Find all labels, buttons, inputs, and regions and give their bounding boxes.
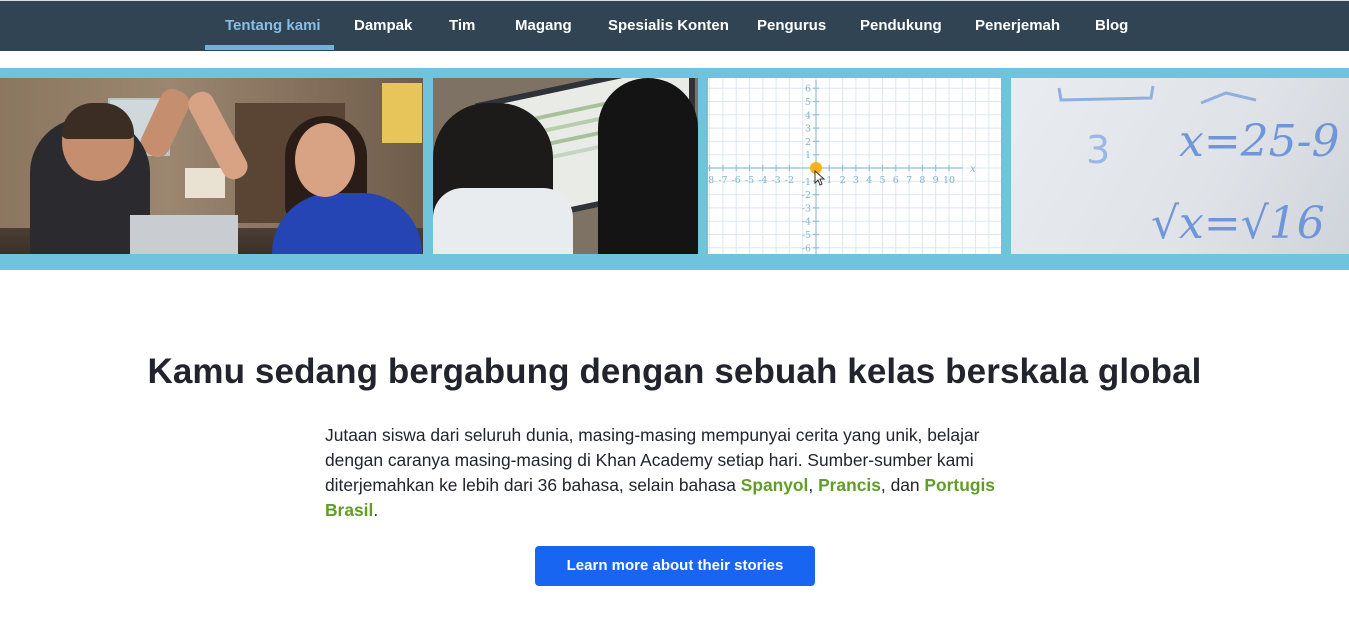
whiteboard-equation-1: x=25-9 [1179, 116, 1340, 167]
link-prancis[interactable]: Prancis [818, 475, 881, 495]
x-tick-label: -6 [732, 175, 741, 186]
x-tick-label: -7 [718, 175, 727, 186]
x-tick-label: 10 [943, 175, 955, 186]
y-tick-label: -5 [802, 230, 811, 241]
y-tick-label: -4 [802, 217, 811, 228]
x-tick-label: 3 [853, 175, 859, 186]
y-tick-label: -1 [802, 177, 811, 188]
nav-item-penerjemah[interactable]: Penerjemah [975, 0, 1060, 51]
active-tab-indicator [205, 45, 334, 50]
learn-more-button[interactable]: Learn more about their stories [535, 546, 815, 586]
y-tick-label: -2 [802, 190, 811, 201]
coordinate-graph-image: -8-7-6-5-4-3-212345678910 654321-1-2-3-4… [708, 78, 1001, 254]
whiteboard-svg: 3 x=25-9 √x=√16 [1057, 85, 1340, 249]
separator-2: , dan [880, 475, 925, 495]
paragraph-end: . [373, 500, 379, 520]
nav-item-tim[interactable]: Tim [449, 0, 475, 51]
nav-item-pendukung[interactable]: Pendukung [860, 0, 942, 51]
students-laptop-image [433, 78, 698, 254]
hero-banner: -8-7-6-5-4-3-212345678910 654321-1-2-3-4… [0, 68, 1349, 270]
nav-item-spesialis-konten[interactable]: Spesialis Konten [608, 0, 729, 51]
x-tick-label: 1 [826, 175, 832, 186]
nav-item-dampak[interactable]: Dampak [354, 0, 412, 51]
y-tick-label: 4 [805, 110, 811, 121]
whiteboard-number: 3 [1086, 128, 1110, 172]
y-tick-label: 3 [805, 124, 811, 135]
x-tick-label: 2 [840, 175, 846, 186]
coordinate-grid: -8-7-6-5-4-3-212345678910 654321-1-2-3-4… [708, 78, 1001, 254]
nav-item-blog[interactable]: Blog [1095, 0, 1128, 51]
nav-item-magang[interactable]: Magang [515, 0, 572, 51]
x-tick-label: 7 [906, 175, 912, 186]
x-axis-label: x [970, 164, 976, 175]
y-tick-label: 6 [805, 84, 811, 95]
link-spanyol[interactable]: Spanyol [741, 475, 809, 495]
x-tick-label: 8 [919, 175, 925, 186]
x-tick-label: -2 [785, 175, 794, 186]
x-tick-label: -4 [758, 175, 767, 186]
y-tick-label: 2 [805, 137, 811, 148]
x-tick-label: 9 [933, 175, 939, 186]
page-headline: Kamu sedang bergabung dengan sebuah kela… [147, 352, 1202, 391]
classroom-high-five-image [0, 78, 423, 254]
y-tick-label: -3 [802, 203, 811, 214]
y-tick-label: -6 [802, 243, 811, 254]
x-tick-label: 6 [893, 175, 899, 186]
whiteboard-math-image: 3 x=25-9 √x=√16 [1011, 78, 1349, 254]
separator-1: , [808, 475, 819, 495]
x-tick-label: 4 [866, 175, 872, 186]
whiteboard-equation-2: √x=√16 [1151, 198, 1325, 249]
x-tick-label: -8 [708, 175, 714, 186]
nav-item-tentang-kami[interactable]: Tentang kami [225, 0, 321, 51]
nav-item-pengurus[interactable]: Pengurus [757, 0, 826, 51]
x-tick-label: -3 [771, 175, 780, 186]
y-tick-label: 5 [805, 97, 811, 108]
y-tick-label: 1 [805, 150, 811, 161]
x-tick-label: 5 [879, 175, 885, 186]
x-tick-label: -5 [745, 175, 754, 186]
intro-paragraph: Jutaan siswa dari seluruh dunia, masing-… [325, 423, 1005, 523]
top-nav: Tentang kami Dampak Tim Magang Spesialis… [0, 0, 1349, 51]
